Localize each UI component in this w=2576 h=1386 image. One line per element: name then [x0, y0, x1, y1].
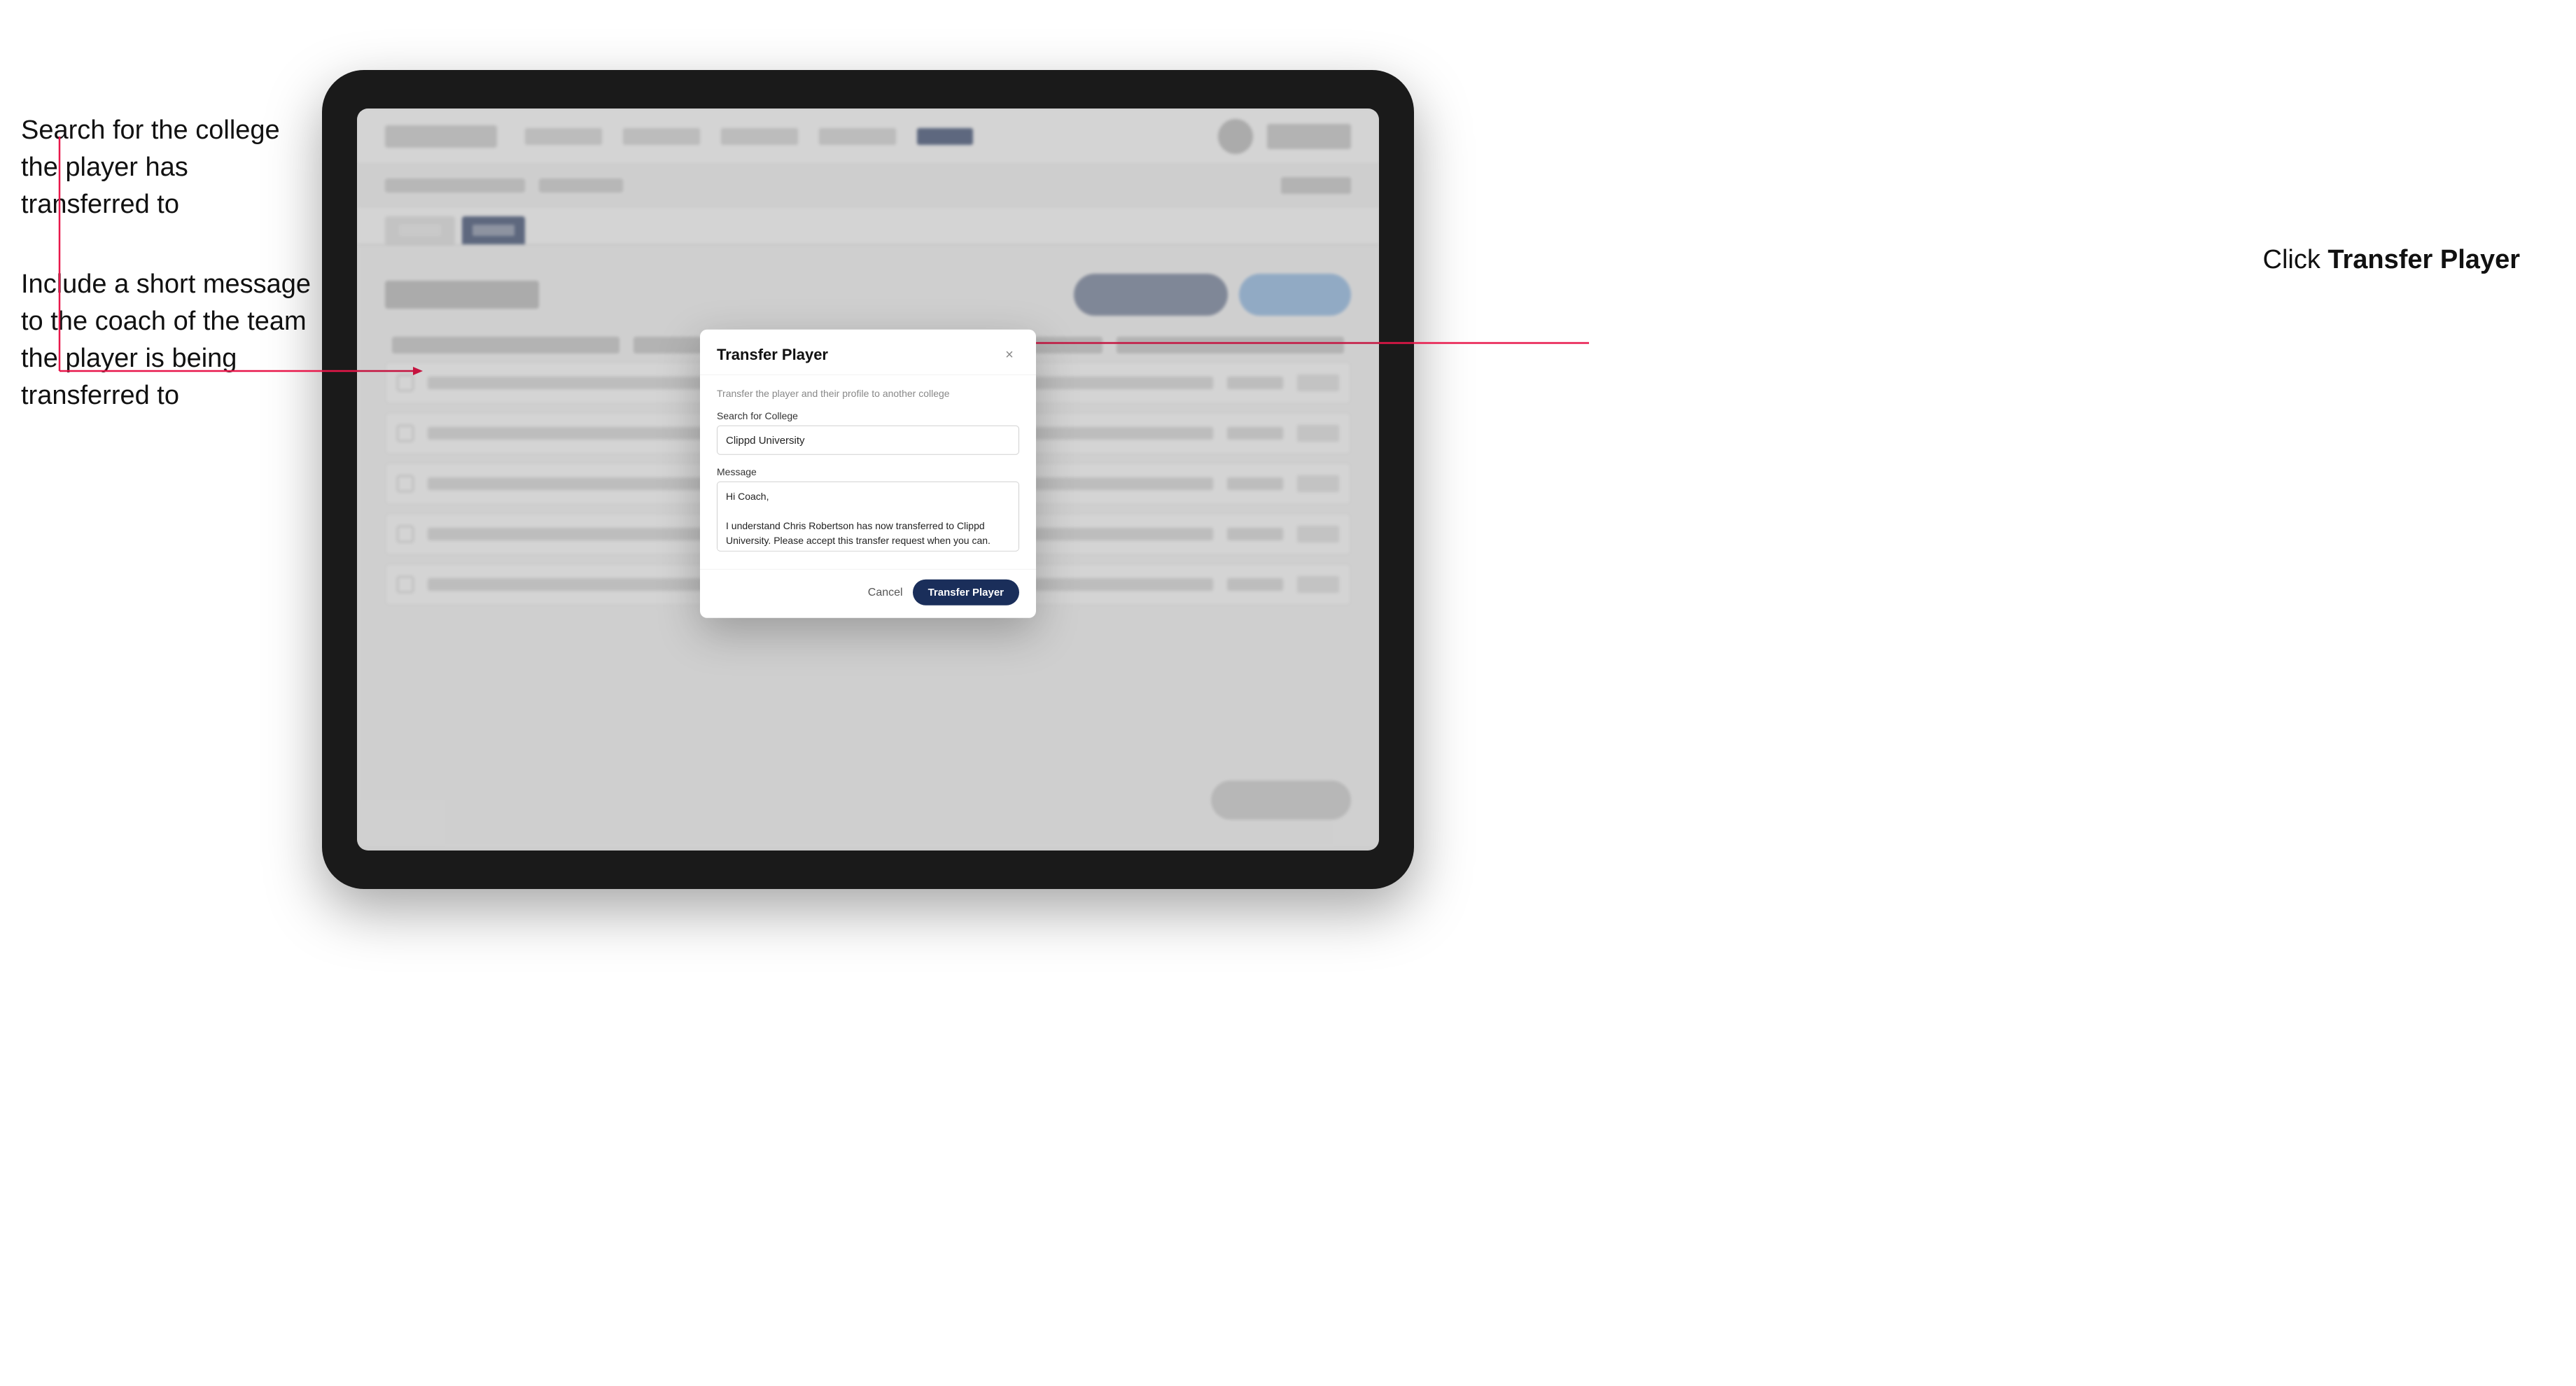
- annotation-left-container: Search for the college the player has tr…: [21, 112, 315, 456]
- modal-subtitle: Transfer the player and their profile to…: [717, 388, 1019, 399]
- transfer-player-button[interactable]: Transfer Player: [913, 580, 1019, 606]
- cancel-button[interactable]: Cancel: [868, 586, 903, 598]
- transfer-player-dialog: Transfer Player × Transfer the player an…: [700, 330, 1036, 618]
- tablet-screen: Transfer Player × Transfer the player an…: [357, 108, 1379, 850]
- modal-footer: Cancel Transfer Player: [700, 569, 1036, 618]
- annotation-right-container: Click Transfer Player: [2263, 245, 2521, 275]
- annotation-message-text: Include a short message to the coach of …: [21, 266, 315, 415]
- tablet-frame: Transfer Player × Transfer the player an…: [322, 70, 1414, 889]
- modal-header: Transfer Player ×: [700, 330, 1036, 375]
- modal-body: Transfer the player and their profile to…: [700, 375, 1036, 569]
- search-college-label: Search for College: [717, 410, 1019, 421]
- annotation-search-text: Search for the college the player has tr…: [21, 112, 315, 224]
- search-college-input[interactable]: [717, 426, 1019, 455]
- message-textarea[interactable]: [717, 482, 1019, 552]
- annotation-click-text: Click Transfer Player: [2263, 245, 2521, 275]
- message-label: Message: [717, 466, 1019, 477]
- modal-title: Transfer Player: [717, 346, 828, 364]
- modal-close-button[interactable]: ×: [1000, 345, 1019, 365]
